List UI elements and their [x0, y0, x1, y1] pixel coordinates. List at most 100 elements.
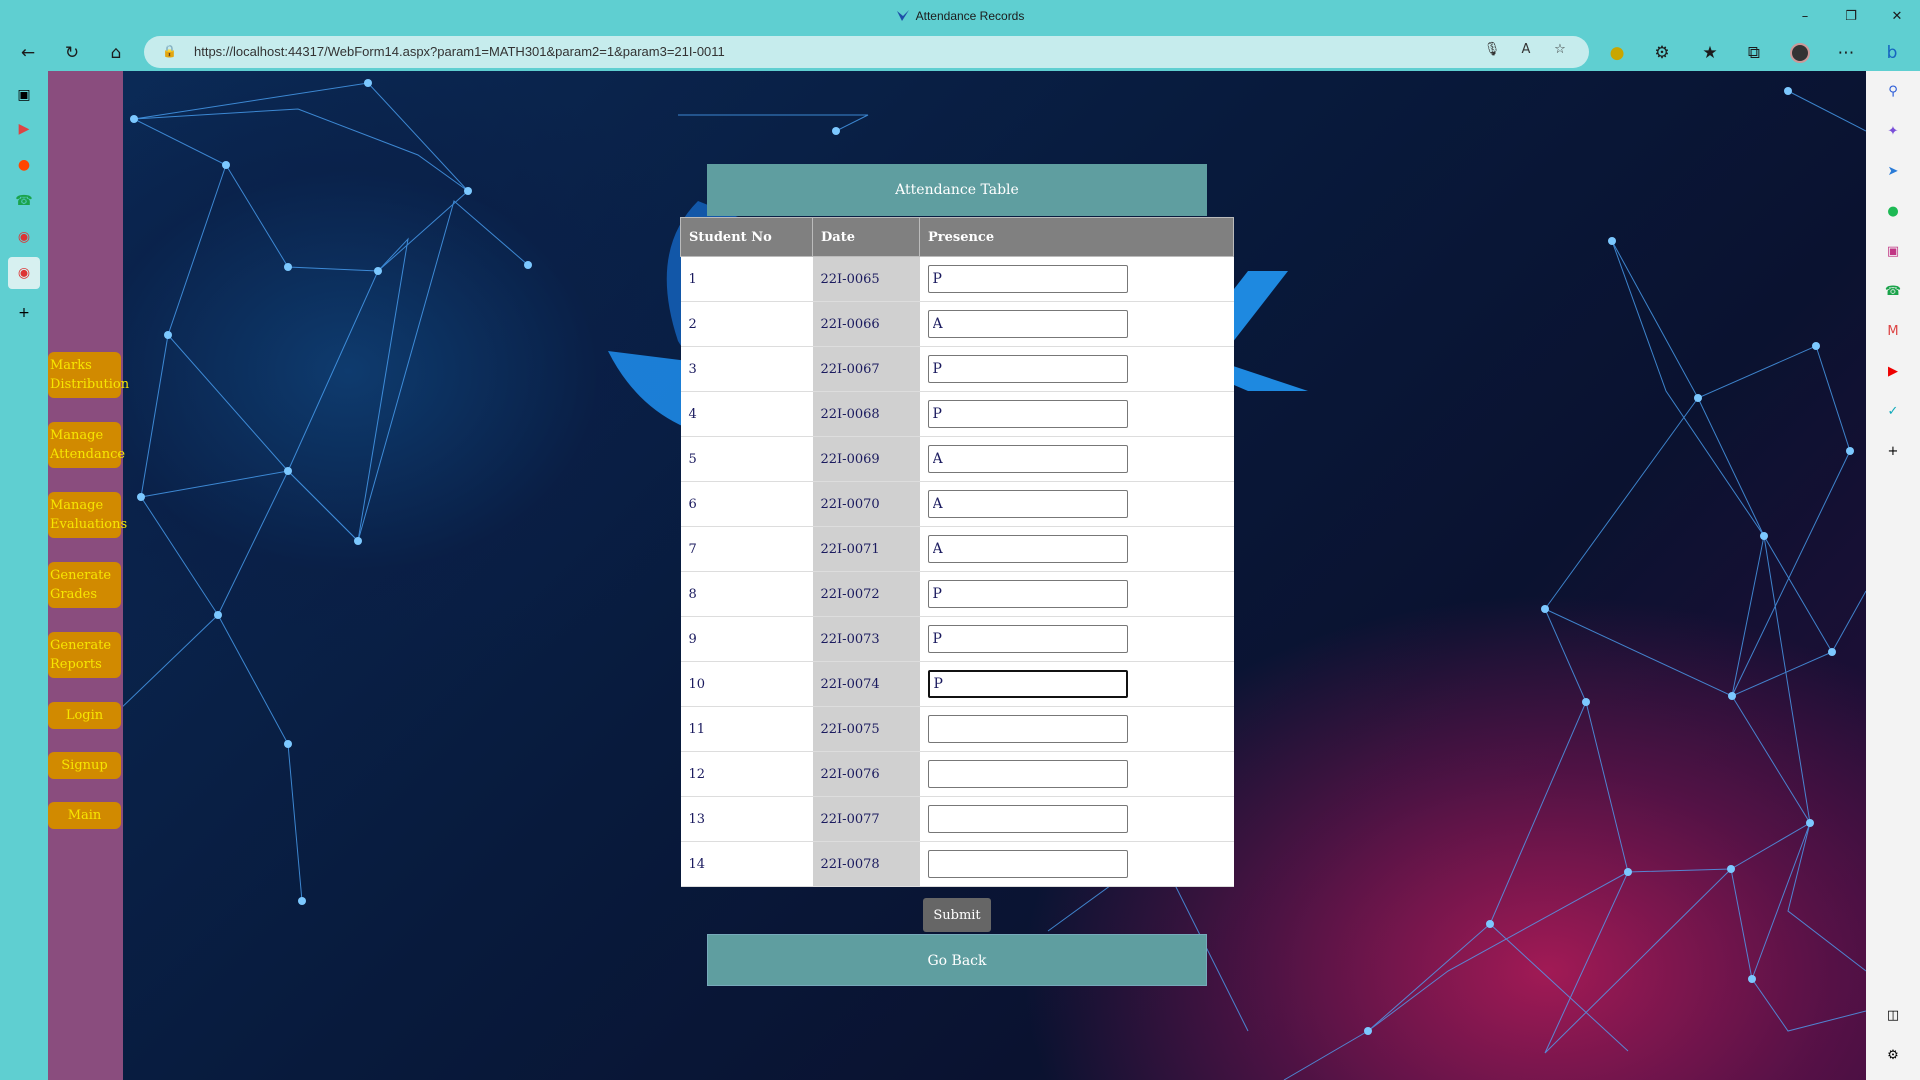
date-cell: 22I-0066	[812, 301, 920, 347]
whatsapp-icon[interactable]: ☎	[1883, 281, 1903, 301]
presence-input[interactable]	[927, 580, 1128, 608]
lock-icon[interactable]: 🔒	[162, 44, 177, 58]
submit-button[interactable]: Submit	[923, 898, 991, 932]
nav-login[interactable]: Login	[48, 702, 121, 729]
table-row: 7 22I-0071	[680, 526, 1234, 572]
nav-signup[interactable]: Signup	[48, 752, 121, 779]
table-row: 3 22I-0067	[680, 346, 1234, 392]
date-cell: 22I-0070	[812, 481, 920, 527]
nav-generate-reports[interactable]: Generate Reports	[48, 632, 121, 678]
minimize-button[interactable]: –	[1782, 0, 1828, 33]
presence-input[interactable]	[927, 355, 1128, 383]
presence-cell	[919, 391, 1234, 437]
presence-input-focused[interactable]	[927, 670, 1128, 698]
column-header-presence: Presence	[919, 217, 1234, 257]
date-cell: 22I-0065	[812, 256, 920, 302]
nav-main[interactable]: Main	[48, 802, 121, 829]
student-no-cell: 1	[680, 256, 813, 302]
go-back-button[interactable]: Go Back	[707, 934, 1207, 986]
student-no-cell: 12	[680, 751, 813, 797]
presence-input[interactable]	[927, 850, 1128, 878]
reddit-icon[interactable]: ●	[12, 153, 36, 177]
student-no-cell: 7	[680, 526, 813, 572]
profile-avatar-icon[interactable]	[1786, 39, 1814, 67]
record-icon[interactable]: ◉	[12, 225, 36, 249]
back-icon[interactable]: ←	[14, 39, 42, 67]
date-cell: 22I-0072	[812, 571, 920, 617]
panel-icon[interactable]: ◫	[1883, 1005, 1903, 1025]
presence-input[interactable]	[927, 445, 1128, 473]
presence-cell	[919, 661, 1234, 707]
table-row: 13 22I-0077	[680, 796, 1234, 842]
presence-cell	[919, 436, 1234, 482]
nav-manage-attendance[interactable]: Manage Attendance	[48, 422, 125, 468]
presence-cell	[919, 841, 1234, 887]
table-row: 1 22I-0065	[680, 256, 1234, 302]
bing-icon[interactable]: b	[1878, 39, 1906, 67]
search-icon[interactable]: ⚲	[1883, 81, 1903, 101]
favorite-add-icon[interactable]: ☆	[1550, 42, 1570, 62]
student-no-cell: 5	[680, 436, 813, 482]
window-title-area: Attendance Records	[0, 9, 1920, 23]
date-cell: 22I-0067	[812, 346, 920, 392]
presence-input[interactable]	[927, 535, 1128, 563]
table-row: 9 22I-0073	[680, 616, 1234, 662]
whatsapp-icon[interactable]: ☎	[12, 189, 36, 213]
browser-right-sidebar: ⚲ ✦ ➤ ● ▣ ☎ M ▶ ✓ + ◫ ⚙	[1866, 71, 1920, 1080]
table-row: 4 22I-0068	[680, 391, 1234, 437]
presence-cell	[919, 481, 1234, 527]
attendance-table: Student No Date Presence 122I-0065 222I-…	[680, 217, 1234, 887]
presence-input[interactable]	[927, 400, 1128, 428]
tool-icon[interactable]: ✓	[1883, 401, 1903, 421]
student-no-cell: 13	[680, 796, 813, 842]
presence-input[interactable]	[927, 625, 1128, 653]
microphone-icon[interactable]: 🎙	[1482, 42, 1502, 62]
spotify-icon[interactable]: ●	[1883, 201, 1903, 221]
gmail-icon[interactable]: M	[1883, 321, 1903, 341]
column-header-student-no: Student No	[680, 217, 813, 257]
copilot-icon[interactable]: ✦	[1883, 121, 1903, 141]
date-cell: 22I-0074	[812, 661, 920, 707]
add-icon[interactable]: +	[1883, 441, 1903, 461]
restore-button[interactable]: ❐	[1828, 0, 1874, 33]
presence-input[interactable]	[927, 310, 1128, 338]
youtube-icon[interactable]: ▶	[1883, 361, 1903, 381]
table-row: 2 22I-0066	[680, 301, 1234, 347]
record-active-icon[interactable]: ◉	[8, 257, 40, 289]
instagram-icon[interactable]: ▣	[1883, 241, 1903, 261]
browser-toolbar: ← ↻ ⌂ 🔒 https://localhost:44317/WebForm1…	[0, 33, 1920, 71]
presence-input[interactable]	[927, 805, 1128, 833]
student-no-cell: 11	[680, 706, 813, 752]
presence-cell	[919, 301, 1234, 347]
extensions-puzzle-icon[interactable]: ⚙	[1648, 39, 1676, 67]
close-button[interactable]: ✕	[1874, 0, 1920, 33]
date-cell: 22I-0068	[812, 391, 920, 437]
date-cell: 22I-0077	[812, 796, 920, 842]
more-menu-icon[interactable]: ⋯	[1832, 39, 1860, 67]
add-icon[interactable]: +	[12, 301, 36, 325]
youtube-icon[interactable]: ▶	[12, 117, 36, 141]
read-aloud-icon[interactable]: A	[1516, 42, 1536, 62]
home-icon[interactable]: ⌂	[102, 39, 130, 67]
nav-manage-evaluations[interactable]: Manage Evaluations	[48, 492, 127, 538]
presence-input[interactable]	[927, 760, 1128, 788]
send-icon[interactable]: ➤	[1883, 161, 1903, 181]
presence-input[interactable]	[927, 490, 1128, 518]
settings-icon[interactable]: ⚙	[1883, 1045, 1903, 1065]
url-text[interactable]: https://localhost:44317/WebForm14.aspx?p…	[194, 44, 725, 59]
nav-generate-grades[interactable]: Generate Grades	[48, 562, 121, 608]
collections-icon[interactable]: ⧉	[1740, 39, 1768, 67]
date-cell: 22I-0073	[812, 616, 920, 662]
presence-input[interactable]	[927, 265, 1128, 293]
extension-icon[interactable]: ●	[1603, 39, 1631, 67]
favorites-icon[interactable]: ★	[1696, 39, 1724, 67]
student-no-cell: 14	[680, 841, 813, 887]
table-row: 10 22I-0074	[680, 661, 1234, 707]
presence-input[interactable]	[927, 715, 1128, 743]
tab-actions-icon[interactable]: ▣	[12, 83, 36, 107]
nav-marks-distribution[interactable]: Marks Distribution	[48, 352, 129, 398]
refresh-icon[interactable]: ↻	[58, 39, 86, 67]
table-row: 11 22I-0075	[680, 706, 1234, 752]
presence-cell	[919, 526, 1234, 572]
address-bar[interactable]: 🔒 https://localhost:44317/WebForm14.aspx…	[144, 36, 1589, 68]
